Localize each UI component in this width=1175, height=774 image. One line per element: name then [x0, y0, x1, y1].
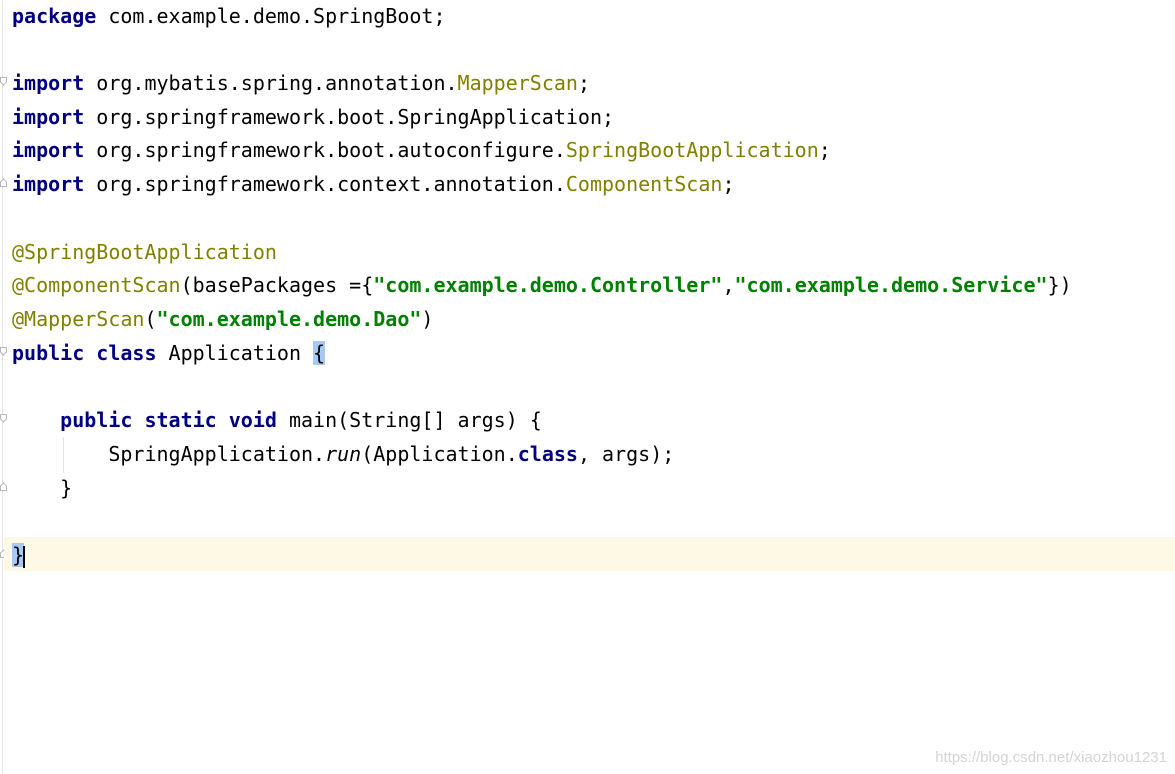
code-line-method-close: }	[12, 472, 72, 506]
semicolon: ;	[602, 105, 615, 129]
package-name: com.example.demo.SpringBoot;	[96, 4, 446, 28]
annotation-args-close: })	[1047, 273, 1072, 297]
keyword: class	[517, 442, 578, 466]
string-literal: "com.example.demo.Service"	[734, 273, 1048, 297]
semicolon: ;	[722, 172, 735, 196]
keyword: package	[12, 4, 97, 28]
code-line-import: import org.springframework.boot.SpringAp…	[12, 101, 614, 135]
text-caret	[23, 545, 26, 568]
matched-brace: {	[313, 341, 326, 365]
gutter-divider	[2, 0, 3, 774]
string-literal: "com.example.demo.Controller"	[373, 273, 723, 297]
import-path: org.mybatis.spring.annotation.	[84, 71, 458, 95]
code-line-method-decl: public static void main(String[] args) {	[12, 404, 542, 438]
comma: ,	[722, 273, 735, 297]
import-path: org.springframework.boot.autoconfigure.	[84, 138, 566, 162]
fold-marker-icon[interactable]	[0, 482, 7, 491]
paren-open: (	[144, 307, 157, 331]
class-ref: SpringApplication.	[108, 442, 326, 466]
class-name: Application	[156, 341, 314, 365]
keyword: import	[12, 71, 85, 95]
code-line-statement: SpringApplication.run(Application.class,…	[12, 438, 674, 472]
annotation: @MapperScan	[12, 307, 145, 331]
semicolon: ;	[577, 71, 590, 95]
code-line-import: import org.springframework.context.annot…	[12, 168, 734, 202]
code-line-import: import org.mybatis.spring.annotation.Map…	[12, 67, 590, 101]
annotation-args: (basePackages ={	[180, 273, 374, 297]
keyword: import	[12, 105, 85, 129]
code-line-annotation: @SpringBootApplication	[12, 236, 277, 270]
code-line-class-close: }	[12, 539, 26, 573]
keyword: import	[12, 138, 85, 162]
code-line-class-decl: public class Application {	[12, 337, 326, 371]
import-path: org.springframework.boot.SpringApplicati…	[84, 105, 603, 129]
fold-marker-icon[interactable]	[0, 77, 7, 86]
code-line-annotation: @ComponentScan(basePackages ={"com.examp…	[12, 269, 1072, 303]
call-args-close: , args);	[577, 442, 675, 466]
fold-marker-icon[interactable]	[0, 178, 7, 187]
keyword: public class	[12, 341, 157, 365]
annotation: @ComponentScan	[12, 273, 181, 297]
call-args: (Application.	[361, 442, 518, 466]
closing-brace: }	[12, 476, 73, 500]
keyword: public static void	[60, 408, 277, 432]
string-literal: "com.example.demo.Dao"	[156, 307, 422, 331]
semicolon: ;	[818, 138, 831, 162]
code-line-annotation: @MapperScan("com.example.demo.Dao")	[12, 303, 433, 337]
method-signature: main(String[] args) {	[276, 408, 542, 432]
paren-close: )	[421, 307, 434, 331]
static-method: run	[325, 442, 362, 466]
current-line-highlight	[4, 537, 1175, 571]
fold-marker-icon[interactable]	[0, 347, 7, 356]
import-path: org.springframework.context.annotation.	[84, 172, 566, 196]
watermark: https://blog.csdn.net/xiaozhou1231	[935, 749, 1167, 766]
fold-marker-icon[interactable]	[0, 414, 7, 423]
import-class: MapperScan	[457, 71, 578, 95]
import-class: ComponentScan	[565, 172, 723, 196]
import-class: SpringBootApplication	[565, 138, 819, 162]
annotation: @SpringBootApplication	[12, 240, 277, 264]
keyword: import	[12, 172, 85, 196]
code-line-package: package com.example.demo.SpringBoot;	[12, 0, 446, 34]
code-editor[interactable]: package com.example.demo.SpringBoot; imp…	[0, 0, 1175, 774]
code-line-import: import org.springframework.boot.autoconf…	[12, 134, 831, 168]
